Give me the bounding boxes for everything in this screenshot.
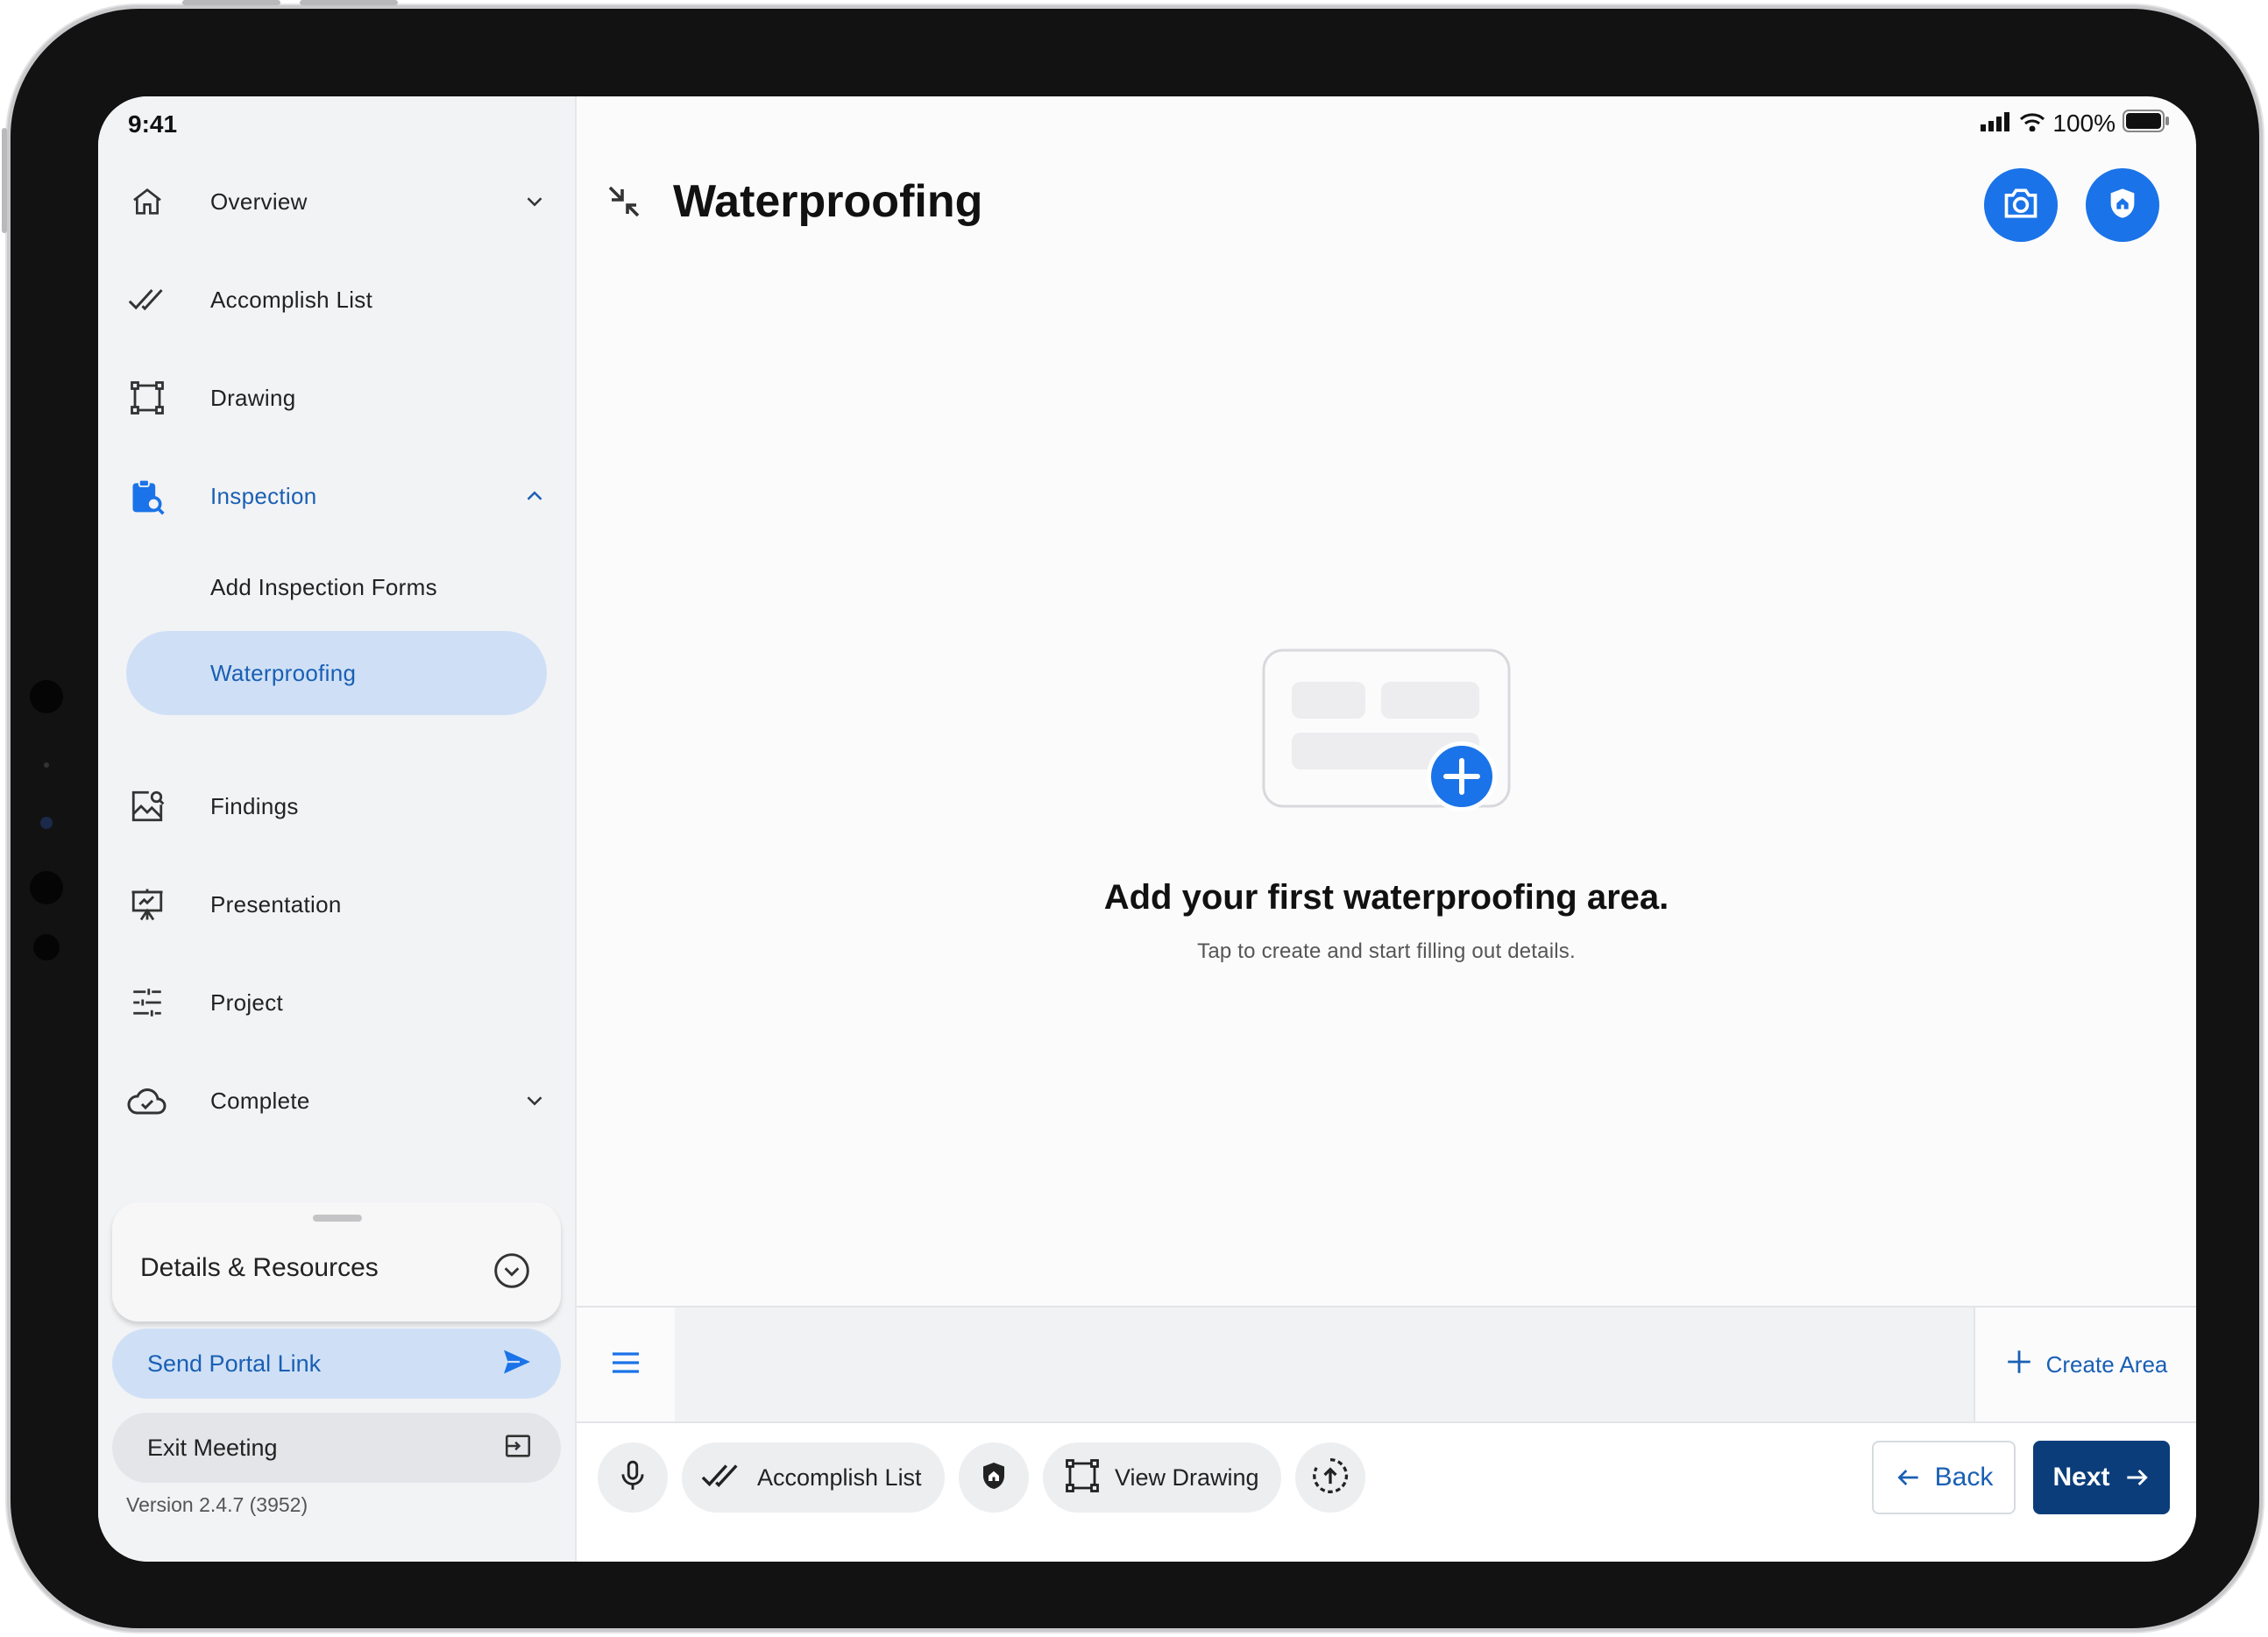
- empty-state-subtitle: Tap to create and start filling out deta…: [1197, 939, 1576, 963]
- sensor-dot: [44, 762, 49, 768]
- next-label: Next: [2052, 1463, 2110, 1492]
- sidebar-subitem-label: Waterproofing: [210, 659, 357, 686]
- sidebar-item-label: Inspection: [210, 482, 317, 509]
- battery-icon: [2123, 109, 2170, 138]
- signal-icon: [1981, 110, 2012, 138]
- sidebar-item-label: Accomplish List: [210, 286, 373, 313]
- tablet-frame: 9:41 Overview Accomplish List Drawing In…: [2, 0, 2263, 1632]
- drawing-frame-icon: [1064, 1457, 1101, 1499]
- status-indicators: 100%: [1981, 109, 2170, 138]
- camera-button[interactable]: [1984, 168, 2058, 242]
- battery-percent: 100%: [2052, 110, 2116, 137]
- sidebar-item-label: Presentation: [210, 890, 342, 918]
- accomplish-list-button[interactable]: Accomplish List: [682, 1442, 945, 1513]
- area-tabs-strip: [675, 1307, 1974, 1421]
- sidebar-item-inspection[interactable]: Inspection: [98, 447, 577, 545]
- chevron-down-icon[interactable]: [517, 184, 552, 219]
- sidebar-item-label: Overview: [210, 188, 308, 215]
- home-icon: [126, 181, 168, 223]
- microphone-button[interactable]: [598, 1442, 668, 1513]
- area-toolbar: Create Area: [577, 1306, 2196, 1421]
- circle-upload-icon: [1311, 1456, 1350, 1499]
- sidebar-item-accomplish-list[interactable]: Accomplish List: [98, 251, 577, 349]
- details-resources-card[interactable]: Details & Resources: [112, 1202, 561, 1322]
- empty-state-illustration[interactable]: [1262, 648, 1516, 819]
- clipboard-search-icon: [126, 475, 168, 517]
- side-button: [2, 128, 7, 233]
- collapse-icon[interactable]: [603, 181, 645, 227]
- back-label: Back: [1934, 1463, 1994, 1492]
- accomplish-list-label: Accomplish List: [757, 1463, 922, 1491]
- chevron-circle-down-icon[interactable]: [493, 1251, 531, 1294]
- drawing-frame-icon: [126, 377, 168, 419]
- sensor-dot: [33, 934, 60, 960]
- sensor-dot: [30, 680, 63, 713]
- create-area-label: Create Area: [2045, 1350, 2168, 1378]
- chevron-down-icon[interactable]: [517, 1083, 552, 1118]
- version-label: Version 2.4.7 (3952): [126, 1493, 308, 1516]
- sidebar-item-label: Findings: [210, 792, 299, 819]
- arrow-left-icon: [1895, 1463, 1923, 1492]
- presentation-icon: [126, 883, 168, 925]
- double-check-icon: [701, 1456, 741, 1500]
- sidebar-item-overview[interactable]: Overview: [98, 152, 577, 251]
- camera-icon: [2002, 184, 2040, 227]
- sliders-icon: [126, 981, 168, 1024]
- double-check-icon: [126, 279, 168, 321]
- sidebar-item-complete[interactable]: Complete: [98, 1052, 577, 1150]
- exit-meeting-label: Exit Meeting: [147, 1434, 278, 1461]
- sidebar-item-label: Drawing: [210, 384, 296, 411]
- sidebar-item-findings[interactable]: Findings: [98, 757, 577, 855]
- sidebar-item-drawing[interactable]: Drawing: [98, 349, 577, 447]
- send-icon: [501, 1346, 533, 1382]
- plus-icon: [2004, 1347, 2034, 1383]
- sidebar: 9:41 Overview Accomplish List Drawing In…: [98, 96, 577, 1562]
- page-title: Waterproofing: [673, 176, 983, 227]
- top-button: [182, 0, 280, 5]
- exit-meeting-button[interactable]: Exit Meeting: [112, 1413, 561, 1483]
- sidebar-subitem-label: Add Inspection Forms: [210, 573, 437, 600]
- camera-lens: [40, 817, 53, 829]
- bottom-action-bar: Accomplish List View Drawing Back Next: [577, 1421, 2196, 1562]
- send-portal-link-label: Send Portal Link: [147, 1350, 322, 1377]
- microphone-icon: [616, 1459, 649, 1497]
- menu-button[interactable]: [577, 1307, 675, 1421]
- sensor-dot: [30, 871, 63, 904]
- sidebar-item-label: Project: [210, 989, 284, 1016]
- chevron-up-icon[interactable]: [517, 478, 552, 514]
- shield-home-icon: [978, 1460, 1010, 1496]
- empty-state-title: Add your first waterproofing area.: [1103, 878, 1669, 917]
- top-button: [300, 0, 398, 5]
- create-area-button[interactable]: Create Area: [1974, 1307, 2196, 1421]
- upload-button[interactable]: [1295, 1442, 1365, 1513]
- send-portal-link-button[interactable]: Send Portal Link: [112, 1329, 561, 1399]
- app-screen: 9:41 Overview Accomplish List Drawing In…: [98, 96, 2196, 1562]
- status-time: 9:41: [128, 110, 178, 138]
- sidebar-item-label: Complete: [210, 1087, 310, 1114]
- exit-icon: [503, 1431, 533, 1465]
- wifi-icon: [2019, 110, 2045, 138]
- shield-button[interactable]: [2086, 168, 2159, 242]
- next-button[interactable]: Next: [2033, 1441, 2170, 1514]
- back-button[interactable]: Back: [1872, 1441, 2016, 1514]
- shield-action-button[interactable]: [959, 1442, 1029, 1513]
- hamburger-menu-icon: [608, 1345, 643, 1385]
- view-drawing-button[interactable]: View Drawing: [1043, 1442, 1281, 1513]
- sidebar-item-presentation[interactable]: Presentation: [98, 855, 577, 953]
- image-search-icon: [126, 785, 168, 827]
- arrow-right-icon: [2123, 1463, 2151, 1492]
- details-resources-label: Details & Resources: [140, 1253, 379, 1282]
- sidebar-subitem-add-inspection-forms[interactable]: Add Inspection Forms: [126, 545, 547, 629]
- shield-home-icon: [2105, 186, 2140, 225]
- cloud-check-icon: [126, 1080, 168, 1122]
- sidebar-subitem-waterproofing[interactable]: Waterproofing: [126, 631, 547, 715]
- drag-handle[interactable]: [313, 1215, 362, 1222]
- view-drawing-label: View Drawing: [1115, 1463, 1259, 1491]
- sidebar-item-project[interactable]: Project: [98, 953, 577, 1052]
